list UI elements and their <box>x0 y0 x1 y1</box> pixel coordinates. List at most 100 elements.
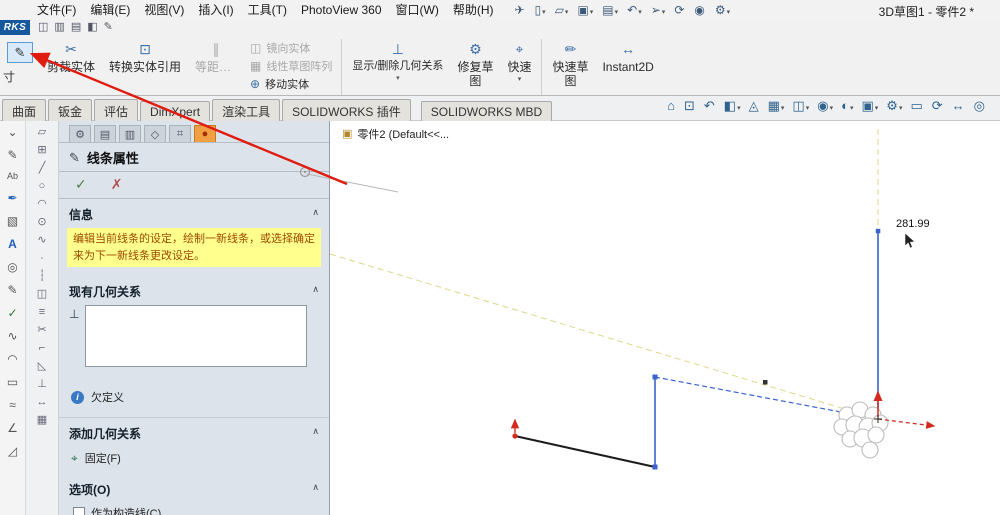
new-document-icon[interactable]: ▯ ▾ <box>535 4 546 16</box>
menu-item[interactable]: PhotoView 360 <box>294 1 389 19</box>
feature-tree-item[interactable]: ▣ 零件2 (Default<<... <box>342 126 449 142</box>
trim-entities-button[interactable]: ✂ 剪裁实体 <box>40 39 102 95</box>
line-tool-button[interactable]: ✎ <box>7 42 33 63</box>
move-entities-button[interactable]: ⊕ 移动实体 <box>250 76 332 92</box>
instant2d-button[interactable]: ↔ Instant2D <box>595 39 660 95</box>
magnifier-icon[interactable]: ◎ <box>974 99 986 112</box>
pm-tab-dimxpert[interactable]: ▥ <box>119 125 141 142</box>
dimension-icon[interactable]: ↔ <box>37 397 48 408</box>
pm-tab-filter[interactable]: ⌗ <box>169 125 191 142</box>
view-orientation-icon[interactable]: ▦ ▾ <box>768 99 785 112</box>
pan-view-icon[interactable]: ↔ <box>952 99 966 112</box>
menu-item[interactable]: 编辑(E) <box>83 0 137 20</box>
sketch-tab-icon[interactable]: ▱ <box>38 127 46 138</box>
options-gear-icon[interactable]: ⚙ ▾ <box>715 4 730 16</box>
check-icon[interactable]: ✓ <box>7 307 17 319</box>
magnifier-icon[interactable]: ◎ <box>7 261 17 273</box>
menu-item[interactable]: 文件(F) <box>30 0 83 20</box>
menu-item[interactable]: 帮助(H) <box>446 0 501 20</box>
add-relations-header[interactable]: 添加几何关系 ∧ <box>59 418 329 445</box>
ellipse-icon[interactable]: ⊙ <box>37 217 46 228</box>
display-delete-relations-button[interactable]: ⊥ 显示/删除几何关系 ▾ <box>345 39 450 95</box>
offset-icon[interactable]: ≡ <box>39 307 45 318</box>
menu-item[interactable]: 工具(T) <box>241 0 294 20</box>
viewport-icon[interactable]: ▤ <box>71 21 81 34</box>
camera-view-icon[interactable]: ▭ <box>910 99 923 112</box>
mirror-icon[interactable]: ◫ <box>37 289 47 300</box>
construction-line-checkbox[interactable] <box>73 507 85 515</box>
sketch-start-point[interactable] <box>512 433 518 439</box>
section-view-icon[interactable]: ◧ ▾ <box>724 99 741 112</box>
smart-dimension-icon[interactable]: ✎ <box>7 149 17 161</box>
offset-entities-button[interactable]: ∥ 等距实体 <box>188 39 244 95</box>
existing-relations-header[interactable]: 现有几何关系 ∧ <box>59 276 329 303</box>
midpoint-handle[interactable] <box>763 380 768 385</box>
sketch-endpoint[interactable] <box>652 374 658 380</box>
circle-tool-icon[interactable]: ○ <box>39 181 46 192</box>
zoom-to-area-icon[interactable]: ⊡ <box>684 99 696 112</box>
ok-button[interactable]: ✓ <box>75 176 87 193</box>
triangle-icon[interactable]: ◿ <box>8 445 17 457</box>
pattern-icon[interactable]: ▦ <box>37 415 47 426</box>
sketch-viewport[interactable]: 281.99 <box>330 121 1000 515</box>
cancel-button[interactable]: ✗ <box>111 176 123 193</box>
fix-relation-button[interactable]: ⌖ 固定(F) <box>59 445 329 474</box>
quick-snaps-button[interactable]: ⌖ 快速 ▾ <box>500 39 538 95</box>
zoom-to-fit-icon[interactable]: ⌂ <box>667 99 676 112</box>
select-cursor-icon[interactable]: ➢ ▾ <box>651 4 666 16</box>
hide-show-items-icon[interactable]: ◉ ▾ <box>817 99 833 112</box>
sketch-endpoint[interactable] <box>875 228 881 234</box>
pushpin-icon[interactable]: ✈ <box>515 4 526 16</box>
ink-pen-icon[interactable]: ✒ <box>7 192 17 204</box>
arc-icon[interactable]: ◠ <box>7 353 17 365</box>
commandmanager-tab[interactable]: SOLIDWORKS MBD <box>420 101 553 123</box>
save-icon[interactable]: ▣ ▾ <box>577 4 593 16</box>
edit-appearance-icon[interactable]: ◐ ▾ <box>841 99 853 112</box>
print-icon[interactable]: ▤ ▾ <box>602 4 618 16</box>
grid-icon[interactable]: ⊞ <box>37 145 46 156</box>
wave-icon[interactable]: ≈ <box>9 399 16 411</box>
arc-tool-icon[interactable]: ◠ <box>37 199 47 210</box>
relations-listbox[interactable] <box>85 305 308 367</box>
menu-item[interactable]: 视图(V) <box>137 0 191 20</box>
sketch-endpoint[interactable] <box>652 464 658 470</box>
pencil-icon[interactable]: ✎ <box>7 284 17 296</box>
display-style-icon[interactable]: ◫ ▾ <box>792 99 809 112</box>
centerline-icon[interactable]: ┆ <box>39 271 46 282</box>
convert-entities-button[interactable]: ⊡ 转换实体引用 <box>102 39 188 95</box>
perpendicular-icon[interactable]: ⊥ <box>37 379 47 390</box>
text-icon[interactable]: A <box>8 238 17 250</box>
appearance-ball-icon[interactable]: ◉ <box>694 4 705 16</box>
angle-icon[interactable]: ∠ <box>7 422 18 434</box>
rotate-view-icon[interactable]: ⟳ <box>932 99 944 112</box>
menu-item[interactable]: 插入(I) <box>191 0 240 20</box>
split-view-icon[interactable]: ◧ <box>87 21 97 34</box>
rebuild-icon[interactable]: ⟳ <box>674 4 685 16</box>
options-section-header[interactable]: 选项(O) ∧ <box>59 474 329 501</box>
line-icon[interactable]: ╱ <box>39 163 46 174</box>
pm-tab-configuration[interactable]: ▤ <box>94 125 116 142</box>
stamp-icon[interactable]: ▧ <box>7 215 18 227</box>
spline-tool-icon[interactable]: ∿ <box>37 235 46 246</box>
mirror-entities-button[interactable]: ◫ 镜向实体 <box>250 40 332 56</box>
annotate-pen-icon[interactable]: ✎ <box>104 21 113 34</box>
expand-arrow-icon[interactable]: ⌄ <box>7 126 17 138</box>
pm-tab-display[interactable]: ◇ <box>144 125 166 142</box>
previous-view-icon[interactable]: ↶ <box>704 99 716 112</box>
rapid-sketch-button[interactable]: ✏ 快速草图 <box>545 39 595 95</box>
tile-windows-icon[interactable]: ▥ <box>54 21 64 34</box>
graphics-area[interactable]: ▣ 零件2 (Default<<... 281.99 <box>330 121 1000 515</box>
repair-sketch-button[interactable]: ⚙ 修复草图 <box>450 39 500 95</box>
sketch-line-black[interactable] <box>514 435 656 468</box>
rectangle-icon[interactable]: ▭ <box>7 376 18 388</box>
annotation-view-icon[interactable]: ◬ <box>749 99 760 112</box>
fillet-icon[interactable]: ⌐ <box>39 343 45 354</box>
apply-scene-icon[interactable]: ▣ ▾ <box>861 99 878 112</box>
menu-item[interactable]: 窗口(W) <box>389 0 446 20</box>
linear-sketch-pattern-button[interactable]: ▦ 线性草图阵列 <box>250 58 332 74</box>
abc-spell-icon[interactable]: Ab <box>7 172 18 181</box>
open-icon[interactable]: ▱ ▾ <box>555 4 569 16</box>
spline-icon[interactable]: ∿ <box>7 330 17 342</box>
view-settings-icon[interactable]: ⚙ ▾ <box>886 99 902 112</box>
construction-line-diagonal[interactable] <box>330 253 879 420</box>
